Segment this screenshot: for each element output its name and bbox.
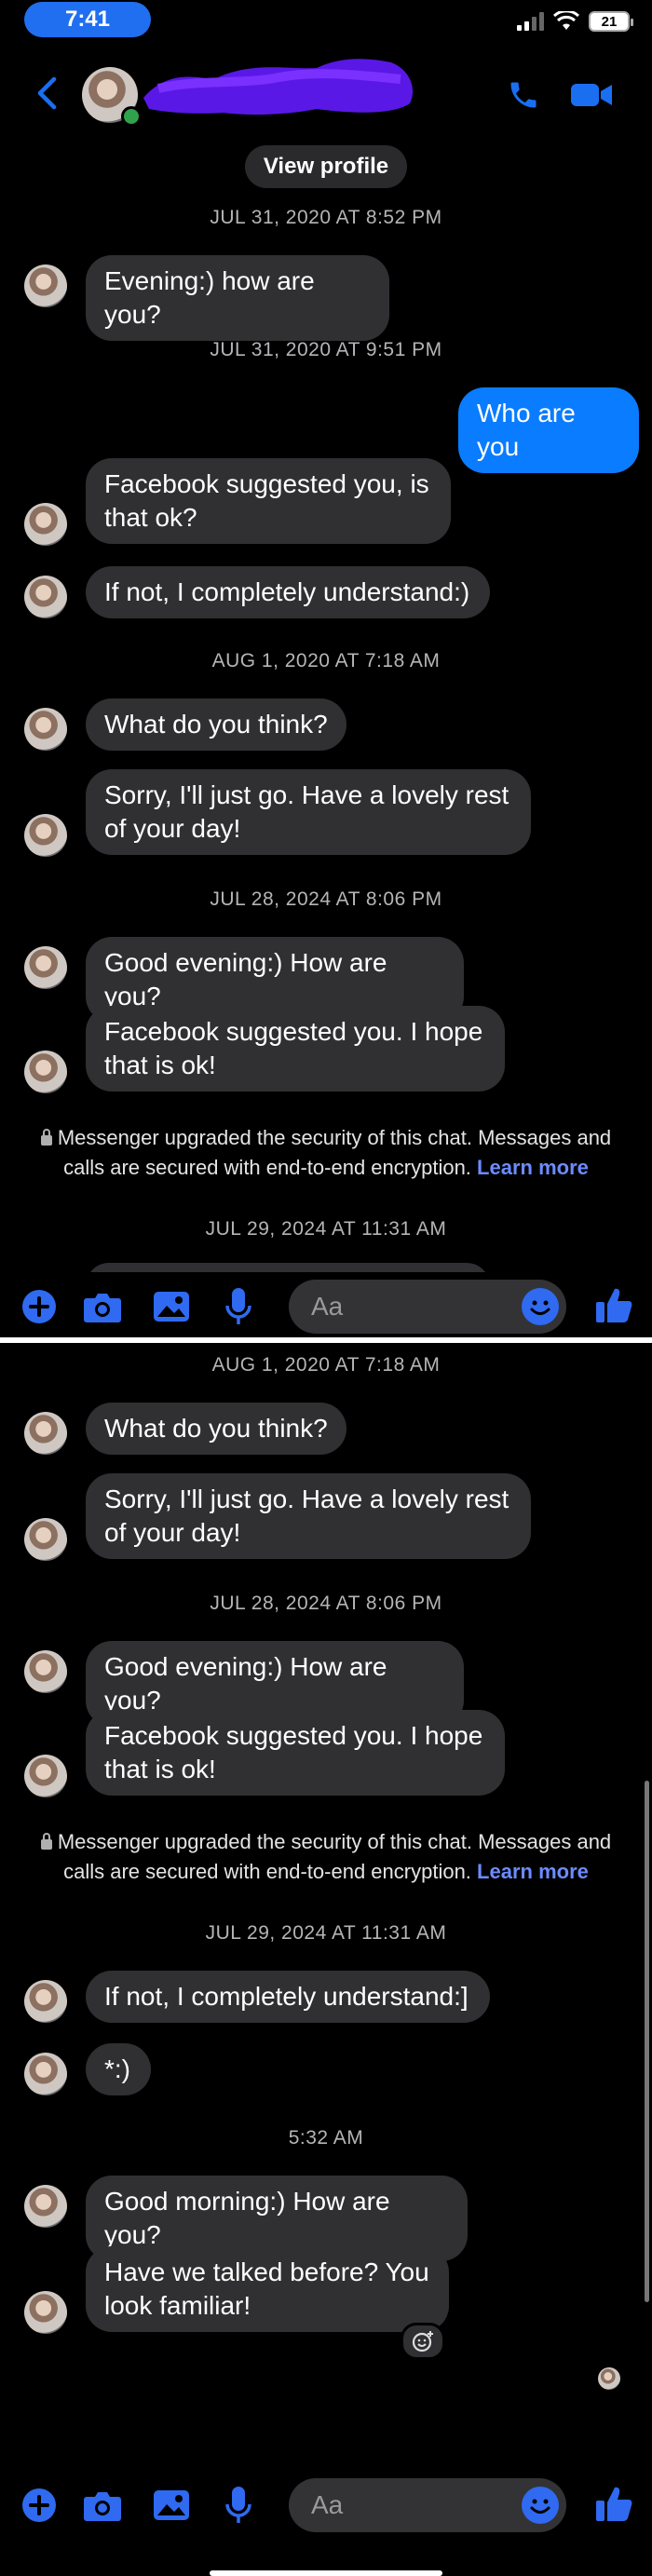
back-chevron-icon[interactable] (28, 73, 65, 114)
message-bubble[interactable]: If not, I completely understand:] (86, 1971, 490, 2023)
plus-icon[interactable] (20, 1288, 58, 1325)
sender-avatar (24, 1518, 67, 1561)
thumbs-up-icon[interactable] (592, 2482, 635, 2525)
learn-more-link[interactable]: Learn more (477, 1156, 589, 1179)
message-bubble[interactable]: Facebook suggested you, is that ok? (86, 458, 451, 544)
screenshot-top: 7:41 21 View profile JUL 31, 2020 AT 8:5… (0, 0, 652, 1337)
emoji-icon[interactable] (522, 1288, 559, 1325)
camera-icon[interactable] (82, 2487, 123, 2524)
message-bubble[interactable]: What do you think? (86, 1403, 346, 1455)
wifi-icon (553, 11, 579, 30)
timestamp: AUG 1, 2020 AT 7:18 AM (211, 1354, 441, 1376)
composer-bar: Aa (0, 1272, 652, 1337)
message-input-placeholder: Aa (311, 1292, 344, 1321)
thumbs-up-icon[interactable] (592, 1283, 635, 1326)
emoji-icon[interactable] (522, 2487, 559, 2524)
timestamp: JUL 31, 2020 AT 9:51 PM (210, 339, 442, 360)
camera-icon[interactable] (82, 1288, 123, 1325)
view-profile-button[interactable]: View profile (245, 145, 407, 188)
timestamp: JUL 29, 2024 AT 11:31 AM (205, 1922, 447, 1944)
sender-avatar (24, 503, 67, 546)
scrollbar[interactable] (645, 1781, 649, 2302)
sender-avatar (24, 1980, 67, 2023)
sender-avatar (24, 2053, 67, 2095)
sender-avatar (24, 1755, 67, 1797)
gallery-icon[interactable] (151, 1288, 192, 1325)
message-bubble[interactable]: Sorry, I'll just go. Have a lovely rest … (86, 1473, 531, 1559)
message-input[interactable]: Aa (289, 2478, 566, 2532)
timestamp: JUL 28, 2024 AT 8:06 PM (210, 888, 442, 910)
online-status-dot (121, 106, 142, 127)
lock-icon (40, 1129, 52, 1146)
encryption-notice: Messenger upgraded the security of this … (19, 1827, 633, 1887)
battery-level: 21 (601, 13, 618, 30)
signal-icon (517, 12, 544, 31)
encryption-notice: Messenger upgraded the security of this … (19, 1123, 633, 1183)
add-reaction-icon[interactable] (401, 2323, 445, 2360)
sender-avatar (24, 2185, 67, 2228)
gallery-icon[interactable] (151, 2487, 192, 2524)
microphone-icon[interactable] (222, 2485, 255, 2526)
screenshot-bottom: AUG 1, 2020 AT 7:18 AM What do you think… (0, 1343, 652, 2576)
timestamp: 5:32 AM (288, 2127, 364, 2149)
lock-icon (40, 1833, 52, 1850)
timestamp: JUL 28, 2024 AT 8:06 PM (210, 1593, 442, 1614)
composer-bar: Aa (0, 2468, 652, 2542)
sender-avatar (24, 264, 67, 307)
message-bubble[interactable]: Evening:) how are you? (86, 255, 389, 341)
timestamp: JUL 31, 2020 AT 8:52 PM (210, 207, 442, 228)
message-bubble[interactable]: *:) (86, 2043, 151, 2095)
sender-avatar (24, 708, 67, 751)
message-bubble[interactable]: Facebook suggested you. I hope that is o… (86, 1710, 505, 1796)
message-input-placeholder: Aa (311, 2490, 344, 2519)
learn-more-link[interactable]: Learn more (477, 1860, 589, 1883)
timestamp: JUL 29, 2024 AT 11:31 AM (205, 1218, 447, 1240)
sender-avatar (24, 946, 67, 989)
status-time: 7:41 (24, 2, 151, 37)
timestamp: AUG 1, 2020 AT 7:18 AM (211, 650, 441, 671)
microphone-icon[interactable] (222, 1286, 255, 1327)
sender-avatar (24, 1051, 67, 1093)
battery-icon: 21 (589, 11, 633, 32)
message-bubble[interactable]: Facebook suggested you. I hope that is o… (86, 1006, 505, 1091)
message-bubble[interactable]: What do you think? (86, 698, 346, 751)
home-indicator[interactable] (210, 2570, 442, 2576)
sender-avatar (24, 814, 67, 857)
seen-receipt-avatar (598, 2367, 620, 2390)
phone-icon[interactable] (503, 75, 544, 115)
sender-avatar (24, 576, 67, 618)
message-bubble-outgoing[interactable]: Who are you (458, 387, 639, 473)
sender-avatar (24, 1650, 67, 1693)
sender-avatar (24, 2291, 67, 2334)
message-bubble[interactable]: Have we talked before? You look familiar… (86, 2246, 449, 2332)
redaction-scribble (143, 59, 414, 115)
message-input[interactable]: Aa (289, 1280, 566, 1334)
message-bubble[interactable]: Sorry, I'll just go. Have a lovely rest … (86, 769, 531, 855)
plus-icon[interactable] (20, 2487, 58, 2524)
status-indicators: 21 (517, 11, 633, 32)
message-bubble[interactable]: If not, I completely understand:) (86, 566, 490, 618)
sender-avatar (24, 1412, 67, 1455)
video-icon[interactable] (568, 75, 615, 115)
